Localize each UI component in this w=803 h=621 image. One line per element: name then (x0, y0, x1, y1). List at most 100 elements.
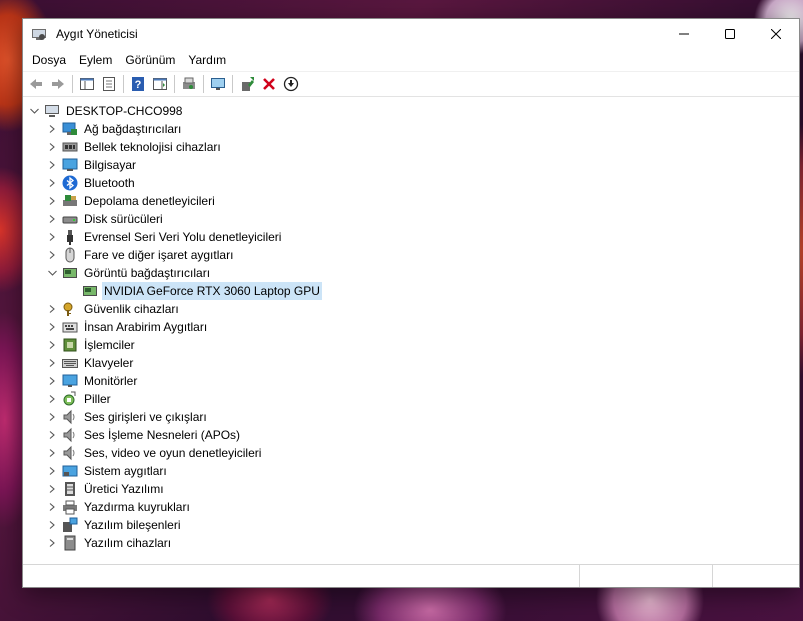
expand-toggle[interactable] (45, 300, 59, 318)
tree-category[interactable]: Depolama denetleyicileri (23, 192, 799, 210)
window-title: Aygıt Yöneticisi (56, 27, 138, 41)
tree-category[interactable]: Ağ bağdaştırıcıları (23, 120, 799, 138)
expand-toggle[interactable] (45, 462, 59, 480)
tree-item-label: Yazdırma kuyrukları (84, 500, 190, 514)
bluetooth-icon (62, 175, 78, 191)
tree-category[interactable]: Ses, video ve oyun denetleyicileri (23, 444, 799, 462)
chevron-down-icon (47, 270, 57, 276)
menu-view[interactable]: Görünüm (119, 49, 181, 71)
minimize-button[interactable] (661, 19, 707, 49)
show-hide-console-tree-button[interactable] (76, 73, 98, 95)
disk-icon (62, 216, 78, 224)
device-manager-window: Aygıt Yöneticisi Dosya Eylem Görünüm Yar… (22, 18, 800, 588)
tree-category[interactable]: Piller (23, 390, 799, 408)
expand-toggle[interactable] (45, 516, 59, 534)
expand-toggle[interactable] (45, 372, 59, 390)
close-button[interactable] (753, 19, 799, 49)
uninstall-device-icon (263, 78, 275, 90)
expand-toggle[interactable] (45, 120, 59, 138)
expand-toggle[interactable] (45, 354, 59, 372)
expand-toggle[interactable] (45, 534, 59, 552)
forward-arrow-icon (52, 79, 64, 89)
tree-category[interactable]: Ses girişleri ve çıkışları (23, 408, 799, 426)
expand-toggle[interactable] (45, 138, 59, 156)
printer-icon (62, 499, 78, 515)
tree-category[interactable]: Güvenlik cihazları (23, 300, 799, 318)
expand-toggle[interactable] (45, 426, 59, 444)
scan-hardware-button[interactable] (178, 73, 200, 95)
expand-toggle[interactable] (45, 246, 59, 264)
menu-file[interactable]: Dosya (26, 49, 72, 71)
tree-category[interactable]: Görüntü bağdaştırıcıları (23, 264, 799, 282)
tree-item-label: Ses, video ve oyun denetleyicileri (84, 446, 262, 460)
expand-toggle[interactable] (45, 498, 59, 516)
tree-category[interactable]: Disk sürücüleri (23, 210, 799, 228)
expand-toggle[interactable] (45, 228, 59, 246)
forward-button[interactable] (47, 73, 69, 95)
tree-category[interactable]: İşlemciler (23, 336, 799, 354)
expand-toggle[interactable] (45, 480, 59, 498)
chevron-right-icon (49, 161, 55, 169)
expand-toggle[interactable] (45, 318, 59, 336)
tree-item-label: Bellek teknolojisi cihazları (84, 140, 221, 154)
tree-category[interactable]: Bellek teknolojisi cihazları (23, 138, 799, 156)
tree-item-label: Fare ve diğer işaret aygıtları (84, 248, 234, 262)
tree-category[interactable]: İnsan Arabirim Aygıtları (23, 318, 799, 336)
tree-item-label: Bluetooth (84, 176, 135, 190)
expand-toggle[interactable] (45, 390, 59, 408)
expand-toggle[interactable] (45, 156, 59, 174)
speaker-icon (62, 445, 78, 461)
show-action-pane-button[interactable] (149, 73, 171, 95)
properties-button[interactable] (98, 73, 120, 95)
tree-category[interactable]: Yazdırma kuyrukları (23, 498, 799, 516)
expand-toggle[interactable] (45, 408, 59, 426)
chevron-right-icon (49, 341, 55, 349)
menu-action[interactable]: Eylem (73, 49, 118, 71)
maximize-button[interactable] (707, 19, 753, 49)
tree-category[interactable]: Üretici Yazılımı (23, 480, 799, 498)
expand-toggle[interactable] (45, 264, 59, 282)
disable-device-button[interactable] (280, 73, 302, 95)
back-button[interactable] (25, 73, 47, 95)
tree-item-label: NVIDIA GeForce RTX 3060 Laptop GPU (102, 282, 322, 300)
expand-toggle[interactable] (45, 210, 59, 228)
tree-category[interactable]: Klavyeler (23, 354, 799, 372)
toolbar-separator (232, 75, 233, 93)
speaker-icon (62, 409, 78, 425)
tree-item-label: Ses girişleri ve çıkışları (84, 410, 207, 424)
display-monitor-button[interactable] (207, 73, 229, 95)
expand-toggle[interactable] (27, 102, 41, 120)
tree-category[interactable]: Yazılım bileşenleri (23, 516, 799, 534)
chevron-right-icon (49, 197, 55, 205)
tree-category[interactable]: Yazılım cihazları (23, 534, 799, 552)
update-driver-button[interactable] (236, 73, 258, 95)
tree-category[interactable]: Bilgisayar (23, 156, 799, 174)
monitor-icon (62, 373, 78, 389)
tree-category[interactable]: Sistem aygıtları (23, 462, 799, 480)
chevron-right-icon (49, 377, 55, 385)
uninstall-device-button[interactable] (258, 73, 280, 95)
tree-device[interactable]: NVIDIA GeForce RTX 3060 Laptop GPU (23, 282, 799, 300)
software-component-icon (63, 517, 78, 532)
tree-category[interactable]: Evrensel Seri Veri Yolu denetleyicileri (23, 228, 799, 246)
tree-category[interactable]: Bluetooth (23, 174, 799, 192)
computer-root-icon (44, 103, 60, 119)
menu-help[interactable]: Yardım (182, 49, 232, 71)
mouse-icon (65, 247, 75, 263)
tree-category[interactable]: Ses İşleme Nesneleri (APOs) (23, 426, 799, 444)
tree-item-label: Depolama denetleyicileri (84, 194, 215, 208)
expand-toggle[interactable] (45, 174, 59, 192)
device-tree[interactable]: DESKTOP-CHCO998 Ağ bağdaştırıcıları Bellek… (23, 100, 799, 564)
computer-icon (62, 158, 78, 171)
tree-category[interactable]: Monitörler (23, 372, 799, 390)
expand-toggle[interactable] (45, 444, 59, 462)
tree-category[interactable]: Fare ve diğer işaret aygıtları (23, 246, 799, 264)
toolbar-separator (174, 75, 175, 93)
help-button[interactable]: ? (127, 73, 149, 95)
expand-toggle[interactable] (45, 336, 59, 354)
chevron-right-icon (49, 305, 55, 313)
tree-root-computer[interactable]: DESKTOP-CHCO998 (23, 102, 799, 120)
expand-toggle[interactable] (45, 192, 59, 210)
title-bar[interactable]: Aygıt Yöneticisi (23, 19, 799, 49)
chevron-right-icon (49, 449, 55, 457)
